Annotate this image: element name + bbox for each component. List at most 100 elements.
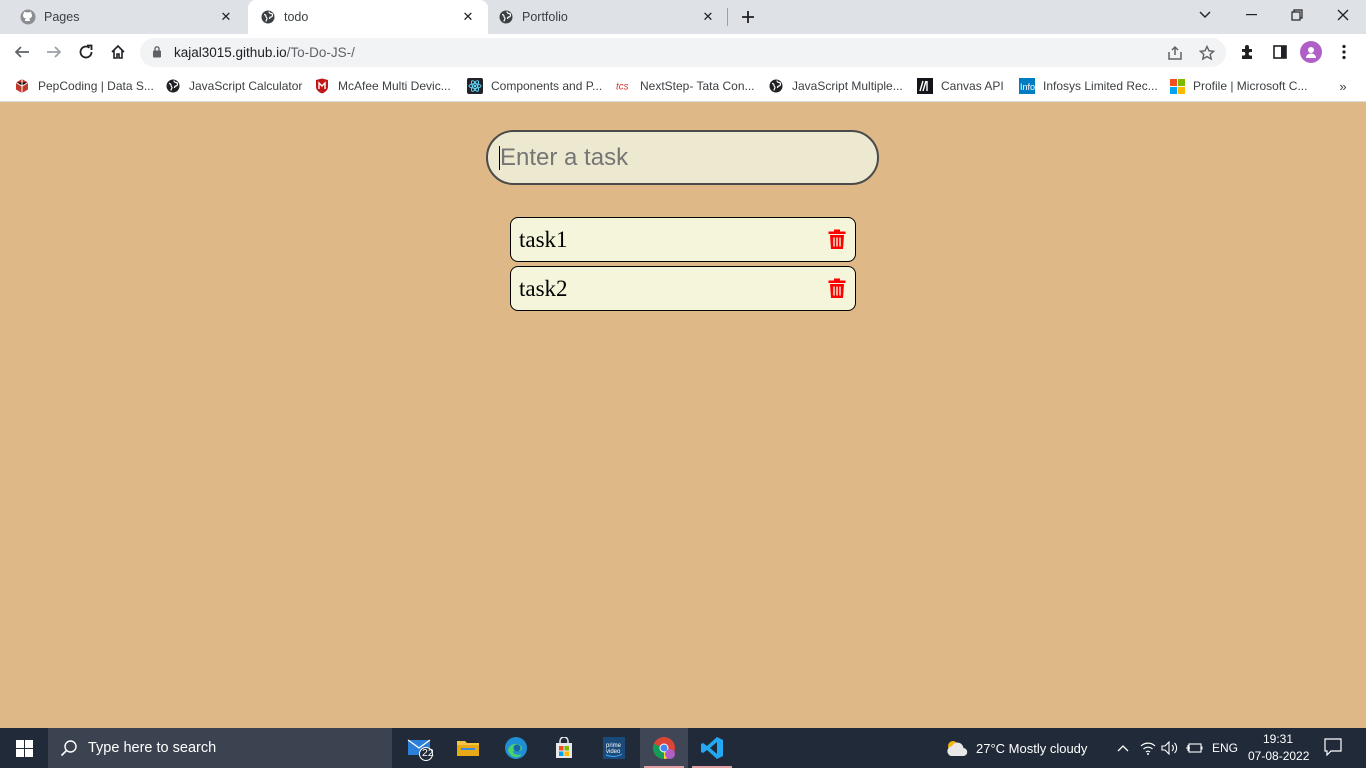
bookmarks-bar: PepCoding | Data S... JavaScript Calcula… bbox=[0, 70, 1366, 102]
task-item: task2 bbox=[510, 266, 856, 311]
search-placeholder: Type here to search bbox=[88, 740, 217, 756]
text-caret bbox=[499, 146, 500, 170]
taskbar-mail[interactable]: 22 bbox=[396, 728, 444, 768]
url-path: /To-Do-JS-/ bbox=[286, 45, 355, 60]
mdn-icon bbox=[917, 78, 933, 94]
taskbar-store[interactable] bbox=[540, 728, 588, 768]
weather-icon[interactable] bbox=[944, 737, 968, 759]
close-tab-icon[interactable]: ✕ bbox=[700, 9, 716, 25]
bookmark-nextstep[interactable]: tcs NextStep- Tata Con... bbox=[616, 76, 755, 96]
menu-button[interactable] bbox=[1330, 38, 1358, 66]
profile-avatar[interactable] bbox=[1300, 41, 1322, 63]
bookmark-star-icon[interactable] bbox=[1198, 44, 1216, 62]
home-button[interactable] bbox=[104, 38, 132, 66]
language-indicator[interactable]: ENG bbox=[1212, 741, 1238, 755]
chevron-up-icon[interactable] bbox=[1114, 740, 1132, 756]
arrow-right-icon bbox=[47, 46, 62, 58]
bookmark-label: McAfee Multi Devic... bbox=[338, 79, 451, 93]
github-icon bbox=[20, 9, 36, 25]
close-icon bbox=[1337, 9, 1349, 21]
plus-icon bbox=[742, 11, 754, 23]
restore-button[interactable] bbox=[1274, 0, 1320, 30]
trash-icon[interactable] bbox=[827, 229, 847, 251]
bookmark-js-calculator[interactable]: JavaScript Calculator bbox=[165, 76, 302, 96]
close-window-button[interactable] bbox=[1320, 0, 1366, 30]
search-icon bbox=[60, 740, 77, 757]
bookmark-label: Profile | Microsoft C... bbox=[1193, 79, 1308, 93]
tab-title: Pages bbox=[44, 10, 80, 24]
tab-title: todo bbox=[284, 10, 309, 24]
address-bar[interactable]: kajal3015.github.io/To-Do-JS-/ bbox=[140, 38, 1226, 67]
infosys-icon: Info bbox=[1019, 78, 1035, 94]
taskbar-chrome[interactable] bbox=[640, 728, 688, 768]
weather-text[interactable]: 27°C Mostly cloudy bbox=[976, 741, 1087, 756]
bookmark-label: JavaScript Multiple... bbox=[792, 79, 903, 93]
minimize-button[interactable] bbox=[1228, 0, 1274, 30]
start-button[interactable] bbox=[0, 728, 48, 768]
svg-text:Info: Info bbox=[1020, 82, 1035, 92]
minimize-icon bbox=[1245, 14, 1257, 16]
back-button[interactable] bbox=[8, 38, 36, 66]
forward-button[interactable] bbox=[40, 38, 68, 66]
lock-icon[interactable] bbox=[152, 45, 162, 61]
close-tab-icon[interactable]: ✕ bbox=[218, 9, 234, 25]
taskbar-vscode[interactable] bbox=[688, 728, 736, 768]
restore-icon bbox=[1291, 9, 1303, 21]
volume-icon[interactable] bbox=[1161, 740, 1179, 756]
bookmark-microsoft[interactable]: Profile | Microsoft C... bbox=[1169, 76, 1307, 96]
react-icon bbox=[467, 78, 483, 94]
tab-separator bbox=[727, 8, 728, 26]
new-tab-button[interactable] bbox=[736, 5, 760, 29]
vscode-icon bbox=[701, 737, 723, 759]
bookmarks-overflow-button[interactable]: » bbox=[1334, 76, 1352, 96]
battery-icon[interactable] bbox=[1185, 740, 1203, 756]
taskbar-edge[interactable] bbox=[492, 728, 540, 768]
url-host: kajal3015.github.io bbox=[174, 45, 287, 60]
tab-portfolio[interactable]: Portfolio ✕ bbox=[488, 0, 728, 34]
bookmark-components[interactable]: Components and P... bbox=[467, 76, 602, 96]
pepcoding-icon bbox=[14, 78, 30, 94]
svg-text:video: video bbox=[606, 749, 621, 755]
clock-date[interactable]: 07-08-2022 bbox=[1248, 749, 1309, 763]
store-icon bbox=[556, 737, 572, 758]
windows-logo-icon bbox=[15, 739, 33, 757]
task-input[interactable] bbox=[486, 130, 879, 185]
kebab-menu-icon bbox=[1342, 44, 1346, 60]
taskbar-search-box[interactable]: Type here to search bbox=[48, 728, 392, 768]
tab-search-button[interactable] bbox=[1182, 0, 1228, 30]
trash-icon[interactable] bbox=[827, 278, 847, 300]
taskbar-file-explorer[interactable] bbox=[444, 728, 492, 768]
bookmark-canvas-api[interactable]: Canvas API bbox=[917, 76, 1004, 96]
bookmark-pepcoding[interactable]: PepCoding | Data S... bbox=[14, 76, 154, 96]
tcs-icon: tcs bbox=[616, 78, 632, 94]
share-icon[interactable] bbox=[1166, 44, 1184, 62]
mail-badge: 22 bbox=[422, 747, 434, 759]
side-panel-icon bbox=[1273, 45, 1287, 59]
tab-title: Portfolio bbox=[522, 10, 568, 24]
bookmark-mcafee[interactable]: McAfee Multi Devic... bbox=[314, 76, 451, 96]
chrome-icon bbox=[653, 737, 675, 759]
bookmark-infosys[interactable]: Info Infosys Limited Rec... bbox=[1019, 76, 1158, 96]
notifications-icon[interactable] bbox=[1324, 738, 1342, 756]
wifi-icon[interactable] bbox=[1139, 740, 1157, 756]
side-panel-button[interactable] bbox=[1266, 38, 1294, 66]
task-item: task1 bbox=[510, 217, 856, 262]
close-tab-icon[interactable]: ✕ bbox=[460, 9, 476, 25]
home-icon bbox=[111, 44, 125, 59]
taskbar-prime-video[interactable]: prime video bbox=[590, 728, 638, 768]
tab-pages[interactable]: Pages ✕ bbox=[0, 0, 246, 34]
avatar-icon bbox=[1306, 47, 1316, 58]
task-text: task1 bbox=[519, 226, 568, 252]
extensions-button[interactable] bbox=[1234, 38, 1262, 66]
tab-todo[interactable]: todo ✕ bbox=[248, 0, 488, 34]
globe-icon bbox=[165, 78, 181, 94]
reload-icon bbox=[79, 44, 93, 59]
folder-icon bbox=[457, 741, 479, 756]
bookmark-js-multiple[interactable]: JavaScript Multiple... bbox=[768, 76, 903, 96]
browser-toolbar: kajal3015.github.io/To-Do-JS-/ bbox=[0, 34, 1366, 70]
bookmark-label: JavaScript Calculator bbox=[189, 79, 303, 93]
bookmark-label: Components and P... bbox=[491, 79, 603, 93]
clock-time[interactable]: 19:31 bbox=[1263, 732, 1293, 746]
bookmark-label: Canvas API bbox=[941, 79, 1004, 93]
reload-button[interactable] bbox=[72, 38, 100, 66]
